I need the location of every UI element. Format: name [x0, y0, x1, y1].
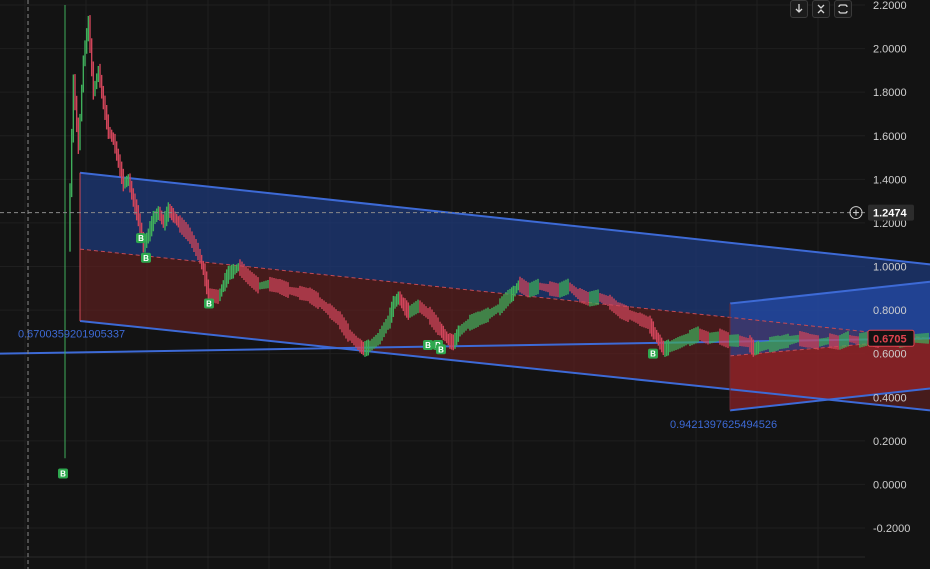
channel-annotation: 0.6700359201905337: [18, 328, 125, 340]
y-tick-label: 1.8000: [873, 87, 907, 99]
y-tick-label: -0.2000: [873, 523, 910, 535]
buy-marker-label: B: [438, 345, 444, 354]
buy-marker-label: B: [425, 341, 431, 350]
buy-marker-label: B: [650, 350, 656, 359]
chart-toolbar: [790, 0, 852, 18]
y-tick-label: 2.2000: [873, 0, 907, 12]
reset-icon[interactable]: [834, 0, 852, 18]
buy-marker-label: B: [60, 470, 66, 479]
y-tick-label: 0.2000: [873, 436, 907, 448]
channel-annotation: 0.9421397625494526: [670, 419, 777, 431]
y-tick-label: 2.0000: [873, 44, 907, 56]
download-icon[interactable]: [790, 0, 808, 18]
buy-marker-label: B: [143, 254, 149, 263]
buy-marker-label: B: [138, 234, 144, 243]
price-chart[interactable]: BBBBBBBB 0.67003592019053370.94213976254…: [0, 0, 930, 569]
current-price-label: 0.6705: [873, 333, 907, 345]
buy-marker-label: B: [206, 300, 212, 309]
crosshair-price-label: 1.2474: [873, 208, 908, 220]
y-tick-label: 0.6000: [873, 349, 907, 361]
y-tick-label: 1.4000: [873, 174, 907, 186]
y-tick-label: 0.0000: [873, 479, 907, 491]
y-tick-label: 0.8000: [873, 305, 907, 317]
y-tick-label: 0.4000: [873, 392, 907, 404]
collapse-icon[interactable]: [812, 0, 830, 18]
y-tick-label: 1.0000: [873, 262, 907, 274]
y-tick-label: 1.6000: [873, 131, 907, 143]
